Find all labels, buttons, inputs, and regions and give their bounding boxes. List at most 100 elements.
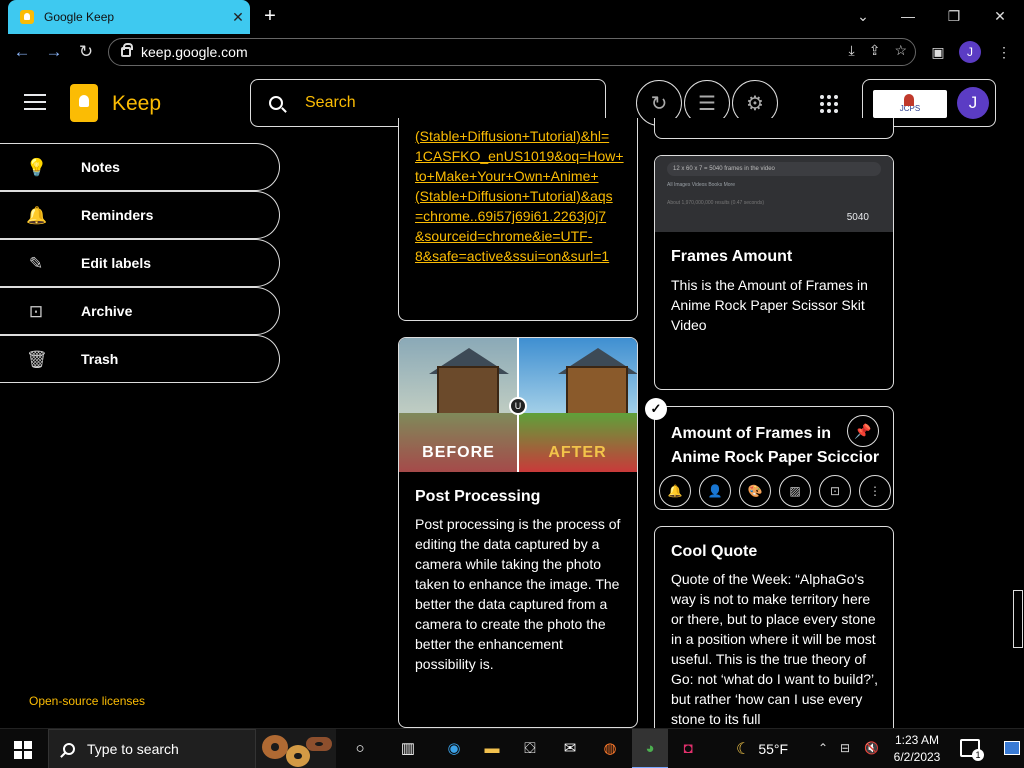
file-explorer-icon[interactable]: ▬ bbox=[480, 737, 504, 761]
archive-button[interactable]: ⊡ bbox=[819, 475, 851, 507]
note-card-post-processing[interactable]: BEFORE AFTER U Post Processing Post proc… bbox=[398, 337, 638, 728]
note-link-line[interactable]: &sourceid=chrome&ie=UTF- bbox=[415, 226, 627, 246]
list-view-icon: ☰ bbox=[698, 92, 716, 115]
tab-close-icon[interactable]: ✕ bbox=[226, 9, 250, 26]
remind-me-button[interactable]: 🔔 bbox=[659, 475, 691, 507]
share-icon[interactable]: ⇪ bbox=[869, 42, 881, 59]
browser-toolbar: ← → ↻ keep.google.com ⤓ ⇪ ☆ ▣ J ⋮ bbox=[0, 34, 1024, 70]
firefox-icon[interactable]: ◍ bbox=[598, 737, 622, 761]
browser-tab-strip: Google Keep ✕ + ⌄ — ❐ ✕ bbox=[0, 0, 1024, 34]
reload-icon[interactable]: ↻ bbox=[74, 40, 98, 64]
bookmark-star-icon[interactable]: ☆ bbox=[894, 42, 907, 59]
note-card-partial[interactable] bbox=[654, 118, 894, 139]
volume-muted-icon[interactable]: 🔇 bbox=[864, 741, 879, 755]
taskbar-search-box[interactable]: Type to search bbox=[48, 729, 256, 768]
sidebar-item-archive[interactable]: ⊡ Archive bbox=[0, 287, 280, 335]
side-panel-icon[interactable]: ▣ bbox=[928, 42, 948, 62]
sidebar-item-reminders[interactable]: 🔔 Reminders bbox=[0, 191, 280, 239]
note-card-frames-amount[interactable]: 12 x 60 x 7 = 5040 frames in the video A… bbox=[654, 155, 894, 390]
person-add-icon: 👤 bbox=[707, 484, 723, 498]
background-options-button[interactable]: 🎨 bbox=[739, 475, 771, 507]
google-apps-icon[interactable] bbox=[820, 95, 838, 113]
note-link-line[interactable]: (Stable+Diffusion+Tutorial)&hl= bbox=[415, 126, 627, 146]
sidebar-item-edit-labels[interactable]: ✎ Edit labels bbox=[0, 239, 280, 287]
sidebar-item-label: Reminders bbox=[81, 207, 154, 223]
after-image: AFTER bbox=[518, 338, 637, 472]
note-card-cool-quote[interactable]: Cool Quote Quote of the Week: “AlphaGo's… bbox=[654, 526, 894, 728]
sidebar-item-notes[interactable]: 💡 Notes bbox=[0, 143, 280, 191]
microsoft-store-icon[interactable]: ⛋ bbox=[518, 737, 542, 761]
weather-widget[interactable]: ☾ 55°F bbox=[736, 739, 788, 759]
pin-button[interactable]: 📌 bbox=[847, 415, 879, 447]
note-link-body: (Stable+Diffusion+Tutorial)&hl= 1CASFKO_… bbox=[415, 126, 627, 266]
keep-favicon-icon bbox=[20, 10, 34, 24]
after-label: AFTER bbox=[548, 444, 607, 461]
main-menu-icon[interactable] bbox=[24, 94, 46, 112]
note-title-line: Anime Rock Paper Sciccior bbox=[671, 449, 880, 466]
network-icon[interactable]: ⊟ bbox=[840, 741, 850, 755]
system-clock[interactable]: 1:23 AM 6/2/2023 bbox=[888, 732, 946, 766]
open-source-licenses-link[interactable]: Open-source licenses bbox=[29, 694, 145, 708]
more-button[interactable]: ⋮ bbox=[859, 475, 891, 507]
address-bar[interactable]: keep.google.com ⤓ ⇪ ☆ bbox=[108, 38, 916, 66]
chrome-icon: ◕ bbox=[645, 740, 655, 757]
note-link-line[interactable]: to+Make+Your+Own+Anime+ bbox=[415, 166, 627, 186]
app-name[interactable]: Keep bbox=[112, 92, 161, 116]
trash-icon: 🗑 bbox=[26, 350, 48, 369]
screenshot-query: 12 x 60 x 7 = 5040 frames in the video bbox=[667, 162, 881, 176]
search-icon[interactable] bbox=[269, 96, 283, 110]
task-view-icon[interactable]: ▥ bbox=[396, 737, 420, 761]
add-image-button[interactable]: ▨ bbox=[779, 475, 811, 507]
archive-icon: ⊡ bbox=[829, 484, 841, 498]
before-after-image: BEFORE AFTER U bbox=[399, 338, 637, 472]
temperature: 55°F bbox=[758, 741, 789, 757]
show-desktop-icon[interactable] bbox=[1004, 741, 1020, 755]
chevron-up-icon[interactable]: ⌃ bbox=[818, 741, 828, 755]
edge-icon[interactable]: ◉ bbox=[442, 737, 466, 761]
note-title: Post Processing bbox=[415, 488, 541, 505]
new-tab-button[interactable]: + bbox=[258, 4, 282, 28]
chrome-taskbar-active[interactable]: ◕ bbox=[632, 729, 668, 768]
windows-taskbar: Type to search ○ ▥ ◉ ▬ ⛋ ✉ ◍ ◕ ◘ ☾ 55°F ⌃… bbox=[0, 728, 1024, 768]
cortana-circle-icon[interactable]: ○ bbox=[348, 737, 372, 761]
note-title: Frames Amount bbox=[671, 248, 793, 265]
browser-tab-google-keep[interactable]: Google Keep ✕ bbox=[8, 0, 250, 34]
browser-profile-avatar[interactable]: J bbox=[959, 41, 981, 63]
sidebar-item-trash[interactable]: 🗑 Trash bbox=[0, 335, 280, 383]
note-toolbar: 🔔 👤 🎨 ▨ ⊡ ⋮ bbox=[659, 475, 891, 507]
tab-search-chevron-down-icon[interactable]: ⌄ bbox=[845, 4, 881, 28]
close-window-icon[interactable]: ✕ bbox=[982, 4, 1018, 28]
windows-start-icon[interactable] bbox=[14, 741, 32, 759]
collaborator-button[interactable]: 👤 bbox=[699, 475, 731, 507]
lightbulb-icon: 💡 bbox=[26, 158, 48, 177]
search-input[interactable] bbox=[305, 94, 565, 112]
bell-icon: 🔔 bbox=[26, 206, 48, 225]
back-arrow-icon[interactable]: ← bbox=[10, 40, 34, 64]
note-link-line[interactable]: (Stable+Diffusion+Tutorial)&aqs bbox=[415, 186, 627, 206]
keep-logo-icon[interactable] bbox=[70, 84, 98, 122]
forward-arrow-icon[interactable]: → bbox=[42, 40, 66, 64]
browser-menu-icon[interactable]: ⋮ bbox=[994, 42, 1014, 62]
note-card-selected[interactable]: Amount of Frames in Anime Rock Paper Sci… bbox=[654, 406, 894, 510]
note-card-link[interactable]: (Stable+Diffusion+Tutorial)&hl= 1CASFKO_… bbox=[398, 118, 638, 321]
tab-title: Google Keep bbox=[44, 10, 115, 24]
search-highlight-donuts-image[interactable] bbox=[256, 729, 336, 768]
mail-icon[interactable]: ✉ bbox=[558, 737, 582, 761]
sidebar: 💡 Notes 🔔 Reminders ✎ Edit labels ⊡ Arch… bbox=[0, 143, 282, 383]
unreal-logo-icon: U bbox=[509, 397, 527, 415]
image-icon: ▨ bbox=[789, 484, 801, 498]
screen: Google Keep ✕ + ⌄ — ❐ ✕ ← → ↻ keep.googl… bbox=[0, 0, 1024, 768]
instagram-icon[interactable]: ◘ bbox=[676, 737, 700, 761]
account-avatar[interactable]: J bbox=[957, 87, 989, 119]
note-link-line[interactable]: 1CASFKO_enUS1019&oq=How+ bbox=[415, 146, 627, 166]
scrollbar-thumb[interactable] bbox=[1013, 590, 1023, 648]
install-app-icon[interactable]: ⤓ bbox=[849, 42, 855, 59]
note-link-line[interactable]: 8&safe=active&ssui=on&surl=1 bbox=[415, 246, 627, 266]
minimize-icon[interactable]: — bbox=[890, 4, 926, 28]
note-link-line[interactable]: =chrome..69i57j69i61.2263j0j7 bbox=[415, 206, 627, 226]
select-note-check-icon[interactable]: ✓ bbox=[645, 398, 667, 420]
moon-icon: ☾ bbox=[736, 741, 751, 758]
before-image: BEFORE bbox=[399, 338, 518, 472]
screenshot-tabs: All Images Videos Books More bbox=[667, 182, 735, 188]
restore-icon[interactable]: ❐ bbox=[936, 4, 972, 28]
